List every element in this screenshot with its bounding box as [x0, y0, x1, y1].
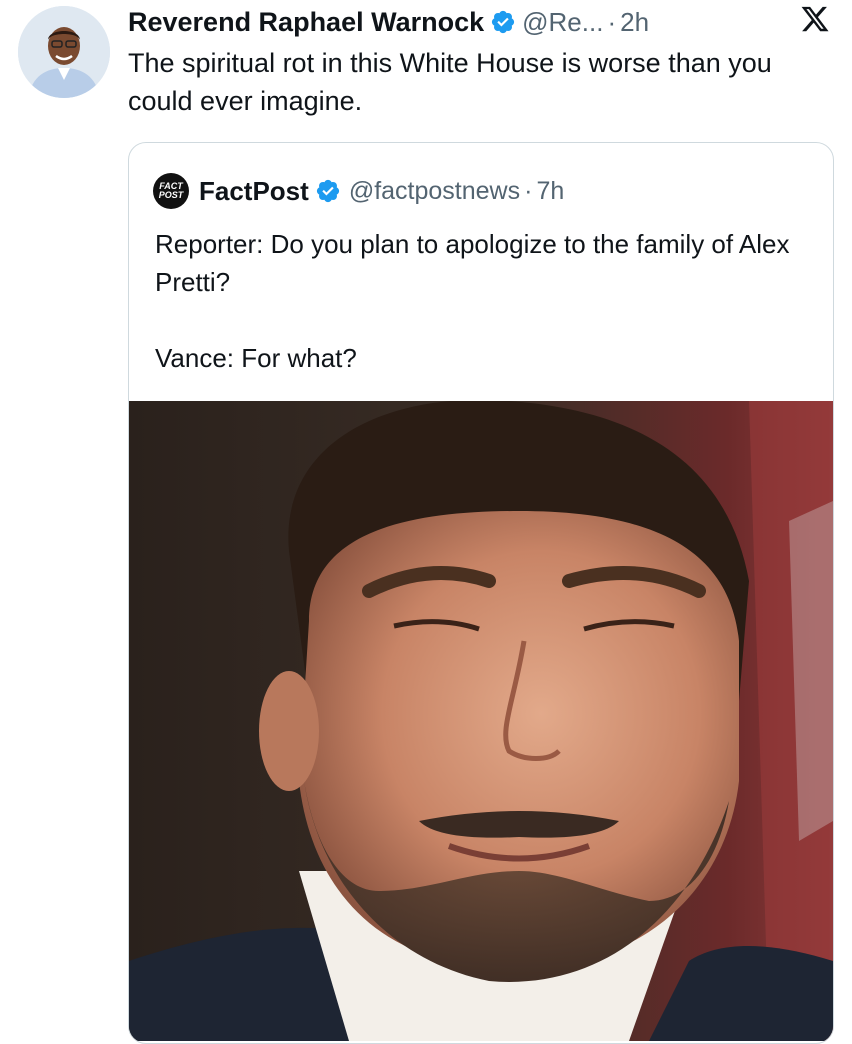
separator-dot: · — [607, 6, 617, 37]
verified-badge-icon — [316, 179, 339, 203]
x-logo-icon — [801, 6, 829, 32]
tweet-time[interactable]: 2h — [620, 7, 649, 38]
quoted-author-name[interactable]: FactPost — [199, 176, 309, 207]
quoted-author-handle[interactable]: @factpostnews — [349, 177, 520, 206]
verified-badge-icon — [492, 10, 515, 34]
quoted-author-avatar[interactable]: FACT POST — [153, 173, 189, 209]
quoted-tweet-media[interactable] — [129, 401, 833, 1041]
quoted-tweet-card[interactable]: FACT POST FactPost @factpostnews · 7h Re… — [128, 142, 834, 1044]
avatar-photo — [18, 6, 110, 98]
quoted-tweet-time[interactable]: 7h — [536, 177, 564, 206]
quoted-tweet-text: Reporter: Do you plan to apologize to th… — [155, 225, 815, 377]
tweet-text: The spiritual rot in this White House is… — [128, 48, 772, 116]
tweet-header: Reverend Raphael Warnock @Re... · 2h — [128, 2, 834, 42]
media-photo — [129, 401, 833, 1041]
author-avatar[interactable] — [18, 6, 110, 98]
quoted-text-paragraph-1: Reporter: Do you plan to apologize to th… — [155, 229, 790, 297]
quoted-tweet-header: FACT POST FactPost @factpostnews · 7h — [153, 173, 564, 209]
separator-dot: · — [524, 176, 533, 205]
avatar-line-2: POST — [158, 190, 184, 200]
author-handle[interactable]: @Re... — [522, 7, 603, 38]
author-name[interactable]: Reverend Raphael Warnock — [128, 7, 484, 38]
quoted-text-paragraph-2: Vance: For what? — [155, 343, 357, 373]
